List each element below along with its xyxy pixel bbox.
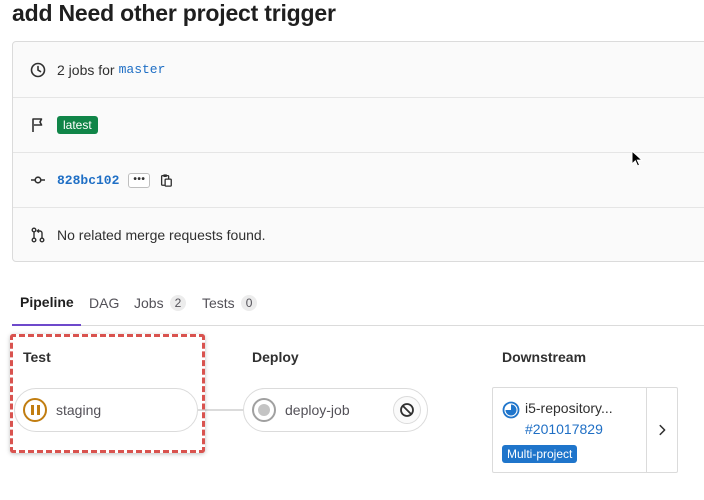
tags-row: latest — [13, 97, 704, 152]
stage-title-downstream: Downstream — [502, 349, 587, 365]
commit-icon — [29, 171, 47, 189]
latest-badge: latest — [57, 116, 98, 134]
tab-pipeline-label: Pipeline — [20, 294, 74, 310]
downstream-pipeline-id[interactable]: #201017829 — [525, 421, 603, 437]
pipeline-info-panel: 2 jobs for master latest 828bc102 ••• No… — [12, 41, 704, 262]
clipboard-icon — [161, 174, 173, 187]
merge-request-icon — [29, 226, 47, 244]
copy-sha-button[interactable] — [158, 172, 174, 188]
downstream-pipeline-card: i5-repository... #201017829 Multi-projec… — [492, 387, 678, 473]
created-status-icon — [252, 398, 276, 422]
expand-commit-message-button[interactable]: ••• — [128, 172, 151, 188]
highlight-annotation — [10, 334, 205, 453]
page-title: add Need other project trigger — [12, 0, 336, 26]
pipeline-tabs: Pipeline DAG Jobs 2 Tests 0 — [12, 280, 704, 326]
downstream-pipeline-link[interactable]: i5-repository... #201017829 Multi-projec… — [493, 388, 646, 472]
tab-tests-label: Tests — [202, 294, 235, 311]
cancel-icon — [400, 403, 414, 417]
flag-icon — [29, 116, 47, 134]
job-name: deploy-job — [285, 402, 350, 418]
tab-dag-label: DAG — [89, 294, 120, 311]
tab-jobs[interactable]: Jobs 2 — [126, 280, 194, 325]
tab-tests[interactable]: Tests 0 — [194, 280, 265, 325]
tab-dag[interactable]: DAG — [81, 280, 127, 325]
jobs-count-text: 2 jobs for — [57, 61, 115, 78]
job-deploy-job[interactable]: deploy-job — [243, 388, 428, 432]
multi-project-badge: Multi-project — [502, 445, 578, 463]
tab-jobs-label: Jobs — [134, 294, 164, 311]
mouse-cursor-icon — [631, 150, 643, 167]
jobs-row: 2 jobs for master — [13, 42, 704, 97]
merge-requests-row: No related merge requests found. — [13, 207, 704, 262]
commit-sha-link[interactable]: 828bc102 — [57, 173, 119, 188]
chevron-right-icon — [659, 424, 666, 436]
downstream-project-name: i5-repository... — [525, 400, 613, 416]
clock-icon — [29, 61, 47, 79]
running-status-icon — [502, 401, 520, 419]
jobs-count-badge: 2 — [169, 294, 187, 311]
merge-requests-text: No related merge requests found. — [57, 227, 266, 243]
cancel-job-button[interactable] — [393, 396, 421, 424]
commit-row: 828bc102 ••• — [13, 152, 704, 207]
tab-pipeline[interactable]: Pipeline — [12, 280, 81, 326]
branch-link[interactable]: master — [119, 62, 166, 77]
stage-title-deploy: Deploy — [252, 349, 299, 365]
expand-downstream-button[interactable] — [646, 388, 677, 472]
tests-count-badge: 0 — [240, 294, 258, 311]
